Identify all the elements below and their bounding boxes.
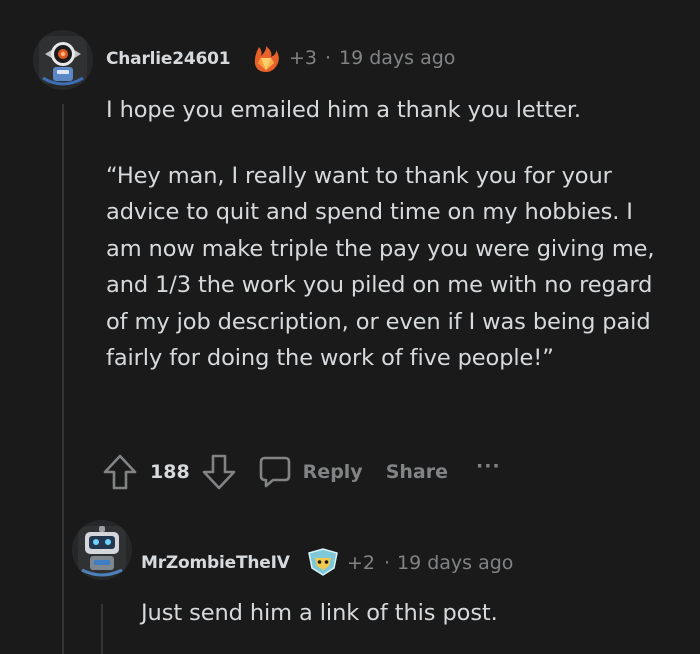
reply-body: Just send him a link of this post.: [141, 595, 681, 632]
share-button[interactable]: Share: [386, 461, 448, 483]
reply-user-flair: [307, 548, 339, 576]
vote-count: 188: [150, 461, 190, 483]
comment-action-bar: 188 Reply Share ···: [103, 452, 501, 492]
comment-body: I hope you emailed him a thank you lette…: [106, 92, 666, 377]
reply-meta-separator: ·: [384, 552, 391, 574]
thread-line[interactable]: [62, 104, 64, 654]
comment-thread: Charlie24601 +3 · 19 days ago I hope you…: [0, 0, 700, 654]
comment-timestamp[interactable]: 19 days ago: [339, 47, 455, 69]
upvote-arrow-icon: [103, 454, 137, 490]
comment-paragraph: I hope you emailed him a thank you lette…: [106, 97, 581, 123]
reply-username[interactable]: MrZombieTheIV: [141, 553, 290, 573]
more-options-button[interactable]: ···: [476, 455, 501, 477]
fire-gem-flair-icon: [254, 46, 279, 72]
user-avatar[interactable]: [33, 30, 93, 90]
downvote-arrow-icon: [202, 454, 235, 490]
reply-timestamp[interactable]: 19 days ago: [397, 552, 513, 574]
reply-karma-change: +2: [347, 552, 376, 574]
reply-label: Reply: [302, 461, 363, 483]
reply-thread-line[interactable]: [101, 604, 103, 654]
comment-paragraph: “Hey man, I really want to thank you for…: [106, 162, 655, 372]
upvote-button[interactable]: [103, 453, 139, 491]
user-flair: [251, 44, 281, 74]
robot-avatar-icon: [78, 526, 126, 577]
robot-avatar-icon: [39, 36, 87, 86]
reply-user-avatar[interactable]: [72, 520, 132, 580]
reply-button[interactable]: Reply: [258, 455, 363, 489]
speech-bubble-icon: [259, 456, 290, 488]
gaming-badge-flair-icon: [308, 548, 338, 576]
karma-change: +3: [289, 47, 318, 69]
comment-username[interactable]: Charlie24601: [106, 49, 231, 69]
reply-paragraph: Just send him a link of this post.: [141, 600, 498, 626]
meta-separator: ·: [325, 47, 332, 69]
downvote-button[interactable]: [202, 453, 238, 491]
